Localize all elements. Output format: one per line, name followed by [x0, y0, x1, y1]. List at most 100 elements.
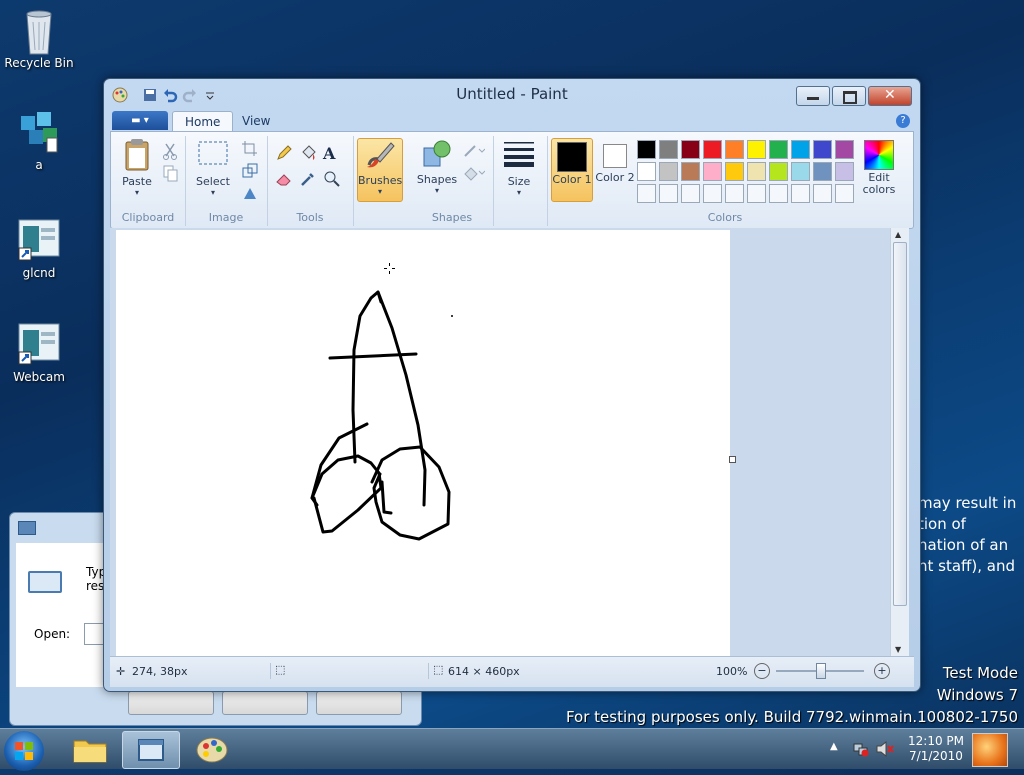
zoom-slider-thumb[interactable]	[816, 663, 826, 679]
run-browse-button[interactable]	[316, 691, 402, 715]
color-swatch[interactable]	[725, 184, 744, 203]
taskbar-paint[interactable]	[184, 731, 240, 767]
run-cancel-button[interactable]	[222, 691, 308, 715]
selection-size-icon: ⬚	[270, 663, 285, 679]
zoom-out-button[interactable]: −	[754, 663, 770, 679]
eraser-icon[interactable]	[275, 170, 293, 188]
color-swatch[interactable]	[681, 140, 700, 159]
taskbar-run[interactable]	[122, 731, 180, 769]
close-button[interactable]: ✕	[868, 86, 912, 106]
clock-time: 12:10 PM	[908, 734, 964, 748]
desktop-icon-a[interactable]: a	[3, 110, 75, 172]
copy-icon[interactable]	[161, 164, 179, 182]
color-swatch[interactable]	[703, 140, 722, 159]
color-swatch[interactable]	[637, 184, 656, 203]
color-swatch[interactable]	[813, 162, 832, 181]
fill-icon[interactable]	[299, 144, 317, 162]
size-button[interactable]: Size ▾	[499, 138, 539, 197]
minimize-button[interactable]	[796, 86, 830, 106]
desktop-icon-label: Recycle Bin	[4, 56, 74, 70]
color-swatch[interactable]	[791, 184, 810, 203]
show-hidden-icons[interactable]: ▲	[830, 741, 838, 752]
shapes-button[interactable]: Shapes ▾	[415, 138, 459, 195]
color-swatch[interactable]	[791, 162, 810, 181]
group-label: Colors	[707, 211, 743, 224]
color-swatch[interactable]	[835, 184, 854, 203]
color-picker-icon[interactable]	[299, 170, 317, 188]
drawing-canvas[interactable]	[116, 230, 730, 656]
zoom-in-button[interactable]: +	[874, 663, 890, 679]
color2-button[interactable]: Color 2	[595, 138, 635, 184]
color-swatch[interactable]	[769, 162, 788, 181]
cut-icon[interactable]	[161, 142, 179, 160]
network-icon[interactable]	[853, 741, 869, 757]
scroll-down-arrow[interactable]: ▼	[895, 645, 901, 654]
color-swatch[interactable]	[747, 140, 766, 159]
paste-icon	[125, 139, 149, 171]
edit-colors-icon	[864, 140, 894, 170]
color-swatch[interactable]	[637, 140, 656, 159]
color-swatch[interactable]	[813, 140, 832, 159]
color-swatch[interactable]	[747, 162, 766, 181]
color-swatch[interactable]	[769, 184, 788, 203]
edit-colors-button[interactable]: Edit colors	[859, 138, 899, 196]
color-swatch[interactable]	[659, 162, 678, 181]
desktop-icon-label: glcnd	[22, 266, 56, 280]
maximize-button[interactable]	[832, 86, 866, 106]
color-swatch[interactable]	[835, 140, 854, 159]
rotate-icon[interactable]	[241, 184, 259, 202]
paste-button[interactable]: Paste ▾	[115, 138, 159, 197]
tab-home[interactable]: Home	[172, 111, 234, 132]
color-swatch[interactable]	[725, 162, 744, 181]
background-text: may result in tion of nation of an nt st…	[918, 493, 1024, 577]
color-swatch[interactable]	[769, 140, 788, 159]
run-ok-button[interactable]	[128, 691, 214, 715]
desktop-icon-glcnd[interactable]: glcnd	[3, 218, 75, 280]
crop-icon[interactable]	[241, 140, 259, 158]
start-button[interactable]	[4, 731, 44, 771]
color-swatch[interactable]	[637, 162, 656, 181]
outline-icon[interactable]	[463, 142, 486, 160]
user-avatar[interactable]	[972, 733, 1008, 767]
color-swatch[interactable]	[813, 184, 832, 203]
window-controls: ✕	[794, 86, 912, 106]
paint-menu-button[interactable]: ▬ ▾	[112, 111, 168, 130]
fill-shape-icon[interactable]	[463, 164, 486, 182]
shortcut-window-icon	[17, 322, 61, 366]
group-brushes: Brushes ▾	[353, 136, 411, 226]
brushes-button[interactable]: Brushes ▾	[357, 138, 403, 202]
vertical-scrollbar[interactable]: ▲ ▼	[890, 228, 909, 656]
color-swatch[interactable]	[681, 162, 700, 181]
paint-window[interactable]: Untitled - Paint ✕ ▬ ▾ Home View ? Paste…	[103, 78, 921, 692]
scrollbar-thumb[interactable]	[893, 242, 907, 606]
magnifier-icon[interactable]	[323, 170, 341, 188]
color-swatch[interactable]	[659, 140, 678, 159]
taskbar-explorer[interactable]	[62, 731, 118, 767]
text-icon[interactable]: A	[323, 144, 341, 163]
color-swatch[interactable]	[747, 184, 766, 203]
select-button[interactable]: Select ▾	[191, 138, 235, 197]
taskbar-clock[interactable]: 12:10 PM 7/1/2010	[906, 734, 966, 764]
volume-icon[interactable]	[876, 740, 894, 758]
canvas-resize-handle[interactable]	[729, 456, 736, 463]
help-icon[interactable]: ?	[896, 114, 910, 128]
tab-view[interactable]: View	[230, 111, 282, 131]
color-swatch[interactable]	[659, 184, 678, 203]
windows-logo-icon	[15, 742, 33, 760]
color1-button[interactable]: Color 1	[551, 138, 593, 202]
resize-icon[interactable]	[241, 162, 259, 180]
desktop-icon-webcam[interactable]: Webcam	[3, 322, 75, 384]
color-swatch[interactable]	[703, 184, 722, 203]
color-swatch[interactable]	[725, 140, 744, 159]
color-swatch[interactable]	[703, 162, 722, 181]
color-swatch[interactable]	[791, 140, 810, 159]
group-label: Clipboard	[121, 211, 175, 224]
scroll-up-arrow[interactable]: ▲	[895, 230, 901, 239]
desktop-icon-recycle-bin[interactable]: Recycle Bin	[3, 8, 75, 70]
pencil-icon[interactable]	[275, 144, 293, 162]
shapes-label: Shapes	[416, 173, 458, 186]
canvas-workspace	[110, 228, 890, 656]
group-label: Image	[208, 211, 244, 224]
color-swatch[interactable]	[681, 184, 700, 203]
color-swatch[interactable]	[835, 162, 854, 181]
